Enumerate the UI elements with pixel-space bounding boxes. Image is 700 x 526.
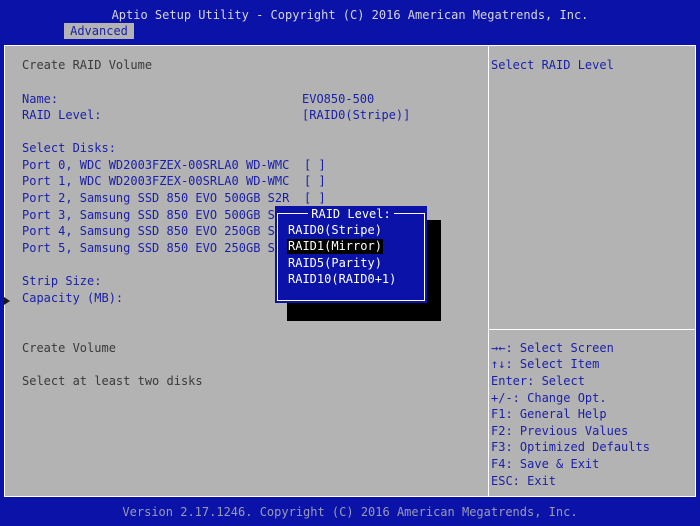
popup-option-raid10[interactable]: RAID10(RAID0+1) bbox=[287, 272, 397, 287]
help-key-esc: ESC: Exit bbox=[491, 474, 557, 488]
disk-port-2-label: Port 2, Samsung SSD 850 EVO 500GB S2R bbox=[22, 191, 290, 205]
help-key-select-item: ↑↓: Select Item bbox=[491, 357, 600, 371]
popup-title: RAID Level: bbox=[275, 207, 427, 221]
name-label: Name: bbox=[22, 92, 59, 106]
raid-level-popup: RAID Level: RAID0(Stripe) RAID1(Mirror) … bbox=[275, 206, 427, 303]
help-key-f3: F3: Optimized Defaults bbox=[491, 440, 650, 454]
vertical-divider bbox=[488, 46, 489, 496]
hint-text: Select at least two disks bbox=[22, 374, 203, 388]
create-volume-item[interactable]: Create Volume bbox=[22, 341, 116, 355]
help-key-change-opt: +/-: Change Opt. bbox=[491, 391, 607, 405]
help-key-f2: F2: Previous Values bbox=[491, 424, 629, 438]
version-text: Version 2.17.1246. Copyright (C) 2016 Am… bbox=[122, 505, 578, 519]
help-description: Select RAID Level bbox=[491, 58, 614, 72]
capacity-label: Capacity (MB): bbox=[22, 291, 124, 305]
help-key-f4: F4: Save & Exit bbox=[491, 457, 600, 471]
disk-port-0-checkbox[interactable]: [ ] bbox=[304, 158, 326, 172]
section-title: Create RAID Volume bbox=[22, 58, 153, 72]
disk-port-1-checkbox[interactable]: [ ] bbox=[304, 174, 326, 188]
popup-option-raid5[interactable]: RAID5(Parity) bbox=[287, 256, 383, 271]
raid-level-label: RAID Level: bbox=[22, 108, 102, 122]
footer-bar: Version 2.17.1246. Copyright (C) 2016 Am… bbox=[0, 497, 700, 526]
disk-port-0-label: Port 0, WDC WD2003FZEX-00SRLA0 WD-WMC bbox=[22, 158, 290, 172]
select-disks-label: Select Disks: bbox=[22, 141, 116, 155]
name-value[interactable]: EVO850-500 bbox=[302, 92, 374, 106]
tab-advanced[interactable]: Advanced bbox=[64, 23, 134, 39]
app-title: Aptio Setup Utility - Copyright (C) 2016… bbox=[111, 8, 589, 22]
help-key-select-screen: →←: Select Screen bbox=[491, 341, 614, 355]
triangle-right-icon bbox=[4, 297, 10, 305]
popup-title-text: RAID Level: bbox=[308, 207, 394, 221]
help-key-enter: Enter: Select bbox=[491, 374, 585, 388]
strip-size-label: Strip Size: bbox=[22, 274, 102, 288]
disk-port-4-label: Port 4, Samsung SSD 850 EVO 250GB S2 bbox=[22, 224, 283, 238]
header-bar: Aptio Setup Utility - Copyright (C) 2016… bbox=[0, 0, 700, 45]
disk-port-3-label: Port 3, Samsung SSD 850 EVO 500GB S2 bbox=[22, 208, 283, 222]
help-key-f1: F1: General Help bbox=[491, 407, 607, 421]
popup-option-raid1[interactable]: RAID1(Mirror) bbox=[287, 239, 383, 254]
raid-level-value[interactable]: [RAID0(Stripe)] bbox=[302, 108, 410, 122]
disk-port-2-checkbox[interactable]: [ ] bbox=[304, 191, 326, 205]
disk-port-1-label: Port 1, WDC WD2003FZEX-00SRLA0 WD-WMC bbox=[22, 174, 290, 188]
disk-port-5-label: Port 5, Samsung SSD 850 EVO 250GB S2 bbox=[22, 241, 283, 255]
help-divider bbox=[489, 329, 695, 330]
popup-option-raid0[interactable]: RAID0(Stripe) bbox=[287, 223, 383, 238]
